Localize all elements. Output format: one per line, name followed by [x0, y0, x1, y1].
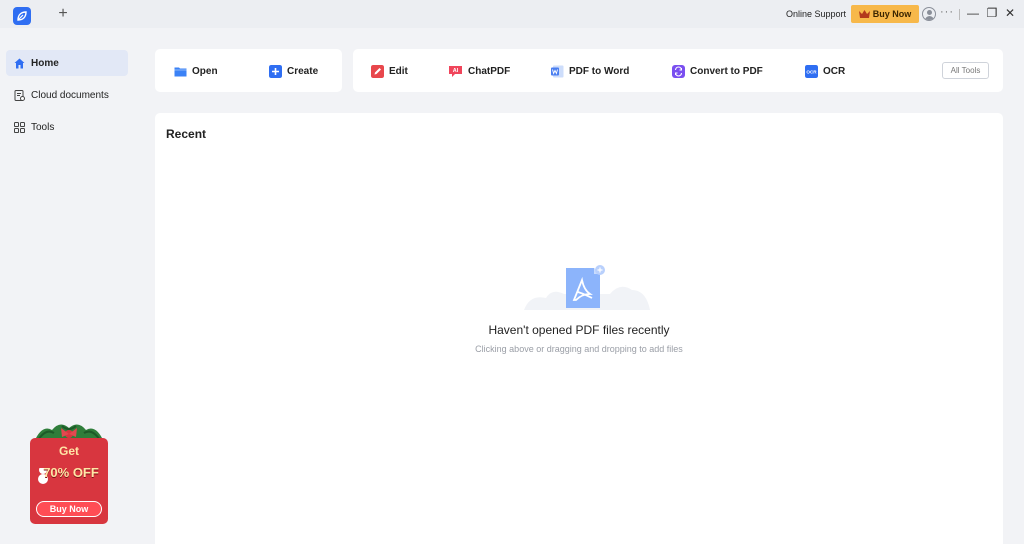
- sidebar-item-label: Cloud documents: [31, 89, 109, 101]
- app-logo-icon[interactable]: [13, 7, 31, 25]
- pdf-to-word-label: PDF to Word: [569, 65, 630, 77]
- svg-text:AI: AI: [453, 68, 459, 74]
- ocr-button[interactable]: OCR OCR: [805, 64, 845, 78]
- promo-banner[interactable]: Get 70% OFF Buy Now: [28, 418, 110, 524]
- cloud-document-icon: [14, 89, 25, 101]
- sidebar-item-home[interactable]: Home: [6, 50, 128, 76]
- all-tools-button[interactable]: All Tools: [942, 62, 989, 79]
- buy-now-label: Buy Now: [872, 9, 912, 19]
- convert-to-pdf-label: Convert to PDF: [690, 65, 763, 77]
- new-tab-button[interactable]: +: [56, 6, 70, 22]
- maximize-icon[interactable]: ❐: [985, 6, 999, 20]
- grid-icon: [14, 121, 25, 133]
- sidebar-item-tools[interactable]: Tools: [6, 114, 128, 140]
- promo-buy-now-button[interactable]: Buy Now: [36, 501, 102, 517]
- crown-icon: [858, 10, 870, 18]
- recent-title: Recent: [166, 127, 207, 141]
- promo-discount-text: 70% OFF: [43, 465, 99, 480]
- more-icon[interactable]: ···: [940, 6, 954, 18]
- pencil-icon: [371, 64, 384, 78]
- close-icon[interactable]: ✕: [1003, 6, 1017, 20]
- file-actions-card: Open Create: [155, 49, 342, 92]
- empty-state-title: Haven't opened PDF files recently: [488, 323, 670, 337]
- ocr-icon: OCR: [805, 64, 818, 78]
- create-label: Create: [287, 65, 319, 77]
- empty-pdf-illustration: [524, 265, 650, 310]
- ai-chat-icon: AI: [449, 65, 462, 77]
- ocr-label: OCR: [823, 65, 846, 77]
- convert-to-pdf-button[interactable]: Convert to PDF: [672, 64, 763, 78]
- empty-state-subtitle: Clicking above or dragging and dropping …: [475, 344, 683, 354]
- svg-text:OCR: OCR: [806, 69, 817, 74]
- folder-icon: [174, 67, 187, 76]
- minimize-icon[interactable]: —: [966, 6, 980, 20]
- create-button[interactable]: Create: [269, 64, 318, 78]
- sidebar: Home Cloud documents Tools Get 70% OFF B…: [0, 28, 134, 544]
- buy-now-button[interactable]: Buy Now: [851, 5, 919, 23]
- titlebar-divider: [959, 9, 960, 20]
- recent-panel[interactable]: Recent Haven't opened PDF files recently…: [155, 113, 1003, 544]
- edit-label: Edit: [389, 65, 408, 77]
- word-icon: [551, 65, 564, 77]
- chatpdf-button[interactable]: AI ChatPDF: [448, 64, 510, 78]
- home-icon: [14, 58, 25, 68]
- online-support-link[interactable]: Online Support: [786, 9, 846, 19]
- open-label: Open: [192, 65, 218, 77]
- sidebar-item-cloud-documents[interactable]: Cloud documents: [6, 82, 128, 108]
- pdf-to-word-button[interactable]: PDF to Word: [551, 64, 629, 78]
- convert-icon: [672, 64, 685, 78]
- edit-button[interactable]: Edit: [371, 64, 408, 78]
- tools-actions-card: Edit AI ChatPDF PDF to Word Convert to P…: [353, 49, 1003, 92]
- promo-box: Get 70% OFF Buy Now: [30, 438, 108, 524]
- chatpdf-label: ChatPDF: [468, 65, 511, 77]
- title-bar: + Online Support Buy Now ··· — ❐ ✕: [0, 0, 1024, 28]
- sidebar-item-label: Tools: [31, 121, 55, 133]
- plus-icon: [269, 64, 282, 78]
- user-icon[interactable]: [922, 7, 936, 21]
- sidebar-item-label: Home: [31, 57, 59, 69]
- promo-get-text: Get: [58, 444, 79, 458]
- open-button[interactable]: Open: [174, 64, 218, 78]
